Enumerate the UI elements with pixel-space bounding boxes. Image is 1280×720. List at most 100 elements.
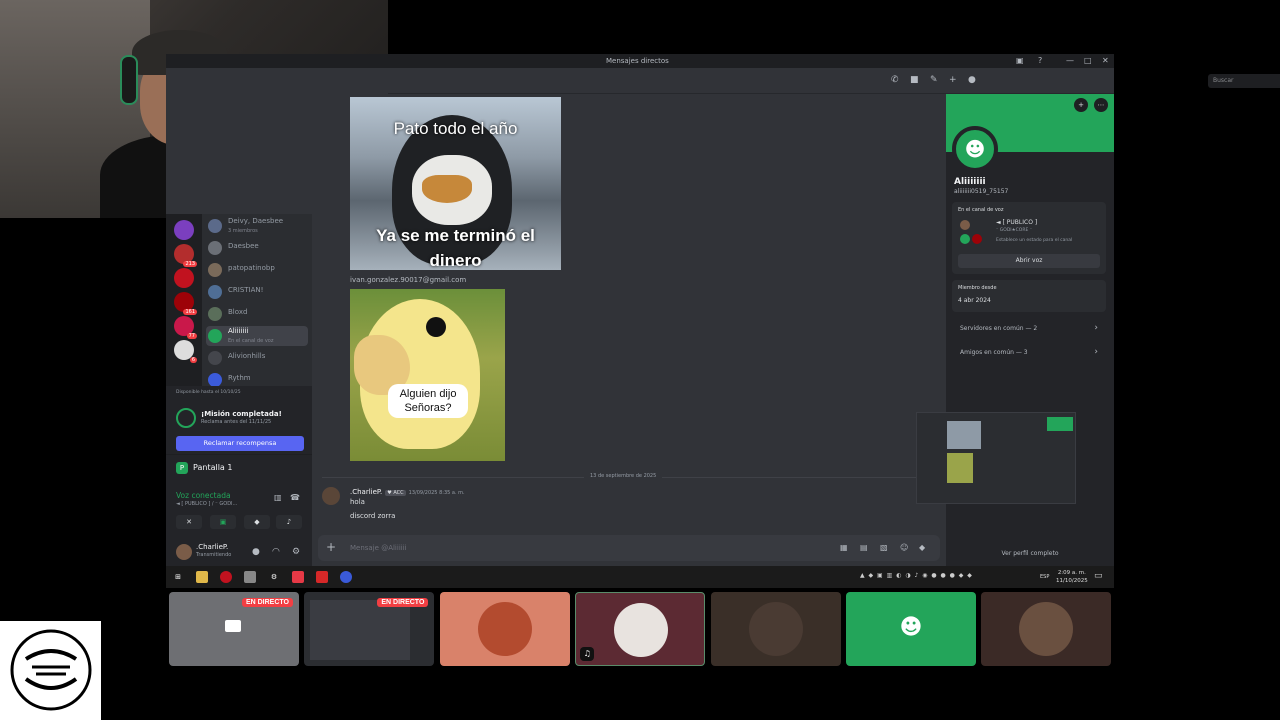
claim-reward-button[interactable]: Reclamar recompensa (176, 436, 304, 451)
voice-call-icon[interactable]: ✆ (891, 75, 901, 85)
dm-name: Deivy, Daesbee (228, 217, 284, 225)
profile-username: aliiiiiii0519_75157 (954, 188, 1009, 195)
activities-button[interactable]: ◆ (244, 515, 270, 529)
server-icon[interactable] (174, 220, 194, 240)
dm-item[interactable]: Daesbee (206, 238, 308, 258)
minimize-button[interactable]: — (1066, 56, 1074, 65)
emoji-icon[interactable]: ☺ (900, 543, 908, 552)
thumbnail-banner (1047, 417, 1073, 431)
dm-item[interactable]: Deivy, Daesbee 3 miembros (206, 216, 308, 236)
help-icon[interactable]: ? (1038, 56, 1042, 65)
more-options-icon[interactable]: ⋯ (1094, 98, 1108, 112)
dm-name: Bloxd (228, 308, 248, 316)
user-avatar[interactable] (176, 544, 192, 560)
call-participant-tile[interactable]: ☻ (846, 592, 976, 666)
call-participant-tile[interactable] (981, 592, 1112, 666)
notifications-icon[interactable]: ▭ (1094, 571, 1103, 581)
camera-off-button[interactable]: ✕ (176, 515, 202, 529)
meme-image-duck[interactable]: Alguien dijo Señoras? (350, 289, 505, 461)
call-participant-tile[interactable]: EN DIRECTO (169, 592, 299, 666)
server-icon[interactable]: 77 (174, 316, 197, 339)
call-participant-tile[interactable]: ♫ (575, 592, 706, 666)
member-since-date: 4 abr 2024 (958, 297, 991, 304)
quest-title: ¡Misión completada! (201, 410, 282, 418)
call-participant-tile[interactable] (710, 592, 841, 666)
search-input[interactable]: Buscar ⌕ (1208, 74, 1280, 88)
gif-icon[interactable]: ▤ (860, 543, 868, 552)
member-since-card: Miembro desde 4 abr 2024 (952, 280, 1106, 312)
dm-item[interactable]: Aliiiiiii En el canal de voz (206, 326, 308, 346)
dm-avatar (208, 307, 222, 321)
dm-name: Daesbee (228, 242, 259, 250)
share-screen-button[interactable]: ▣ (210, 515, 236, 529)
dm-item[interactable]: CRISTIAN! (206, 282, 308, 302)
quest-header: Disponible hasta el 10/10/25 (176, 390, 241, 395)
close-button[interactable]: ✕ (1102, 56, 1109, 65)
screen-share-icon: P (176, 462, 188, 474)
app-icon[interactable] (244, 571, 256, 583)
stream-screen-item[interactable]: P Pantalla 1 (176, 462, 232, 474)
disconnect-icon[interactable]: ☎ (290, 493, 300, 502)
message-line: hola (350, 498, 365, 506)
app-icon[interactable] (292, 571, 304, 583)
thumbnail-meme-2 (947, 453, 973, 483)
meme-image-penguin[interactable]: Pato todo el año Ya se me terminó el din… (350, 97, 561, 270)
server-icon[interactable]: 213 (174, 244, 197, 267)
dm-item[interactable]: patopatinobp (206, 260, 308, 280)
mutual-servers-row[interactable]: Servidores en común — 2 › (952, 320, 1106, 338)
dm-name: Alivionhills (228, 352, 266, 360)
voice-panel: P Pantalla 1 Voz conectada ◄ [ PUBLICO ] … (166, 454, 312, 567)
stream-preview (310, 600, 411, 660)
taskbar-clock[interactable]: 2:09 a. m. 11/10/2025 (1056, 569, 1088, 585)
message-composer[interactable]: + Mensaje @Aliiiiii ▦ ▤ ▧ ☺ ◆ (318, 535, 940, 561)
pin-icon[interactable]: ✎ (930, 75, 940, 85)
system-tray[interactable]: ▲ ◆ ▣ ▥ ◐ ◑ ♪ ◉ ● ● ● ◆ ◆ (860, 572, 973, 579)
voice-member-avatar (960, 220, 970, 230)
mutual-friends-row[interactable]: Amigos en común — 3 › (952, 344, 1106, 362)
duck-eye (426, 317, 446, 337)
attach-plus-icon[interactable]: + (326, 540, 336, 554)
apps-icon[interactable]: ◆ (919, 543, 925, 552)
soundboard-button[interactable]: ♪ (276, 515, 302, 529)
server-icon[interactable]: 6 (174, 340, 197, 363)
voice-member-avatar (972, 234, 982, 244)
video-call-icon[interactable]: ■ (910, 75, 920, 85)
meme-top-caption: Pato todo el año (393, 119, 518, 138)
obs-icon[interactable] (340, 571, 352, 583)
call-participant-tile[interactable] (439, 592, 570, 666)
inbox-icon[interactable]: ▣ (1016, 56, 1024, 65)
settings-gear-icon[interactable]: ⚙ (268, 571, 280, 583)
file-explorer-icon[interactable] (196, 571, 208, 583)
settings-gear-icon[interactable]: ⚙ (292, 547, 300, 557)
sticker-icon[interactable]: ▧ (880, 543, 888, 552)
message-username[interactable]: .CharlieP. (350, 488, 382, 496)
dm-item[interactable]: Bloxd (206, 304, 308, 324)
bakata-street-logo (0, 621, 101, 720)
voice-channel-card: En el canal de voz ◄ [ PUBLICO ] ⁻ GODI★… (952, 202, 1106, 274)
date-divider: 13 de septiembre de 2025 (322, 473, 936, 479)
language-indicator[interactable]: ESP (1040, 574, 1049, 580)
message-avatar[interactable] (322, 487, 340, 505)
add-friends-icon[interactable]: + (949, 75, 959, 85)
server-icon[interactable] (174, 268, 194, 288)
windows-start-icon[interactable]: ⊞ (172, 571, 184, 583)
server-icon[interactable]: 161 (174, 292, 197, 315)
webcam-headphones (120, 55, 138, 105)
headphones-icon[interactable]: ◠ (272, 547, 280, 557)
open-voice-button[interactable]: Abrir voz (958, 254, 1100, 268)
title-bar: Mensajes directos ▣ ? — □ ✕ (166, 54, 1114, 68)
maximize-button[interactable]: □ (1084, 56, 1092, 65)
user-profile-icon[interactable]: ● (968, 75, 978, 85)
gift-icon[interactable]: ▦ (840, 543, 848, 552)
opera-icon[interactable] (220, 571, 232, 583)
view-full-profile-link[interactable]: Ver perfil completo (946, 550, 1114, 557)
call-participant-tile[interactable]: EN DIRECTO (304, 592, 435, 666)
mail-icon[interactable] (316, 571, 328, 583)
dm-item[interactable]: Alivionhills (206, 348, 308, 368)
dm-name: CRISTIAN! (228, 286, 264, 294)
add-friend-icon[interactable]: + (1074, 98, 1088, 112)
voice-status-hint[interactable]: Establece un estado para el canal (996, 238, 1072, 243)
mic-icon[interactable]: ● (252, 547, 260, 557)
chat-area: Pato todo el año Ya se me terminó el din… (312, 94, 946, 566)
noise-icon[interactable]: ▥ (274, 493, 282, 502)
